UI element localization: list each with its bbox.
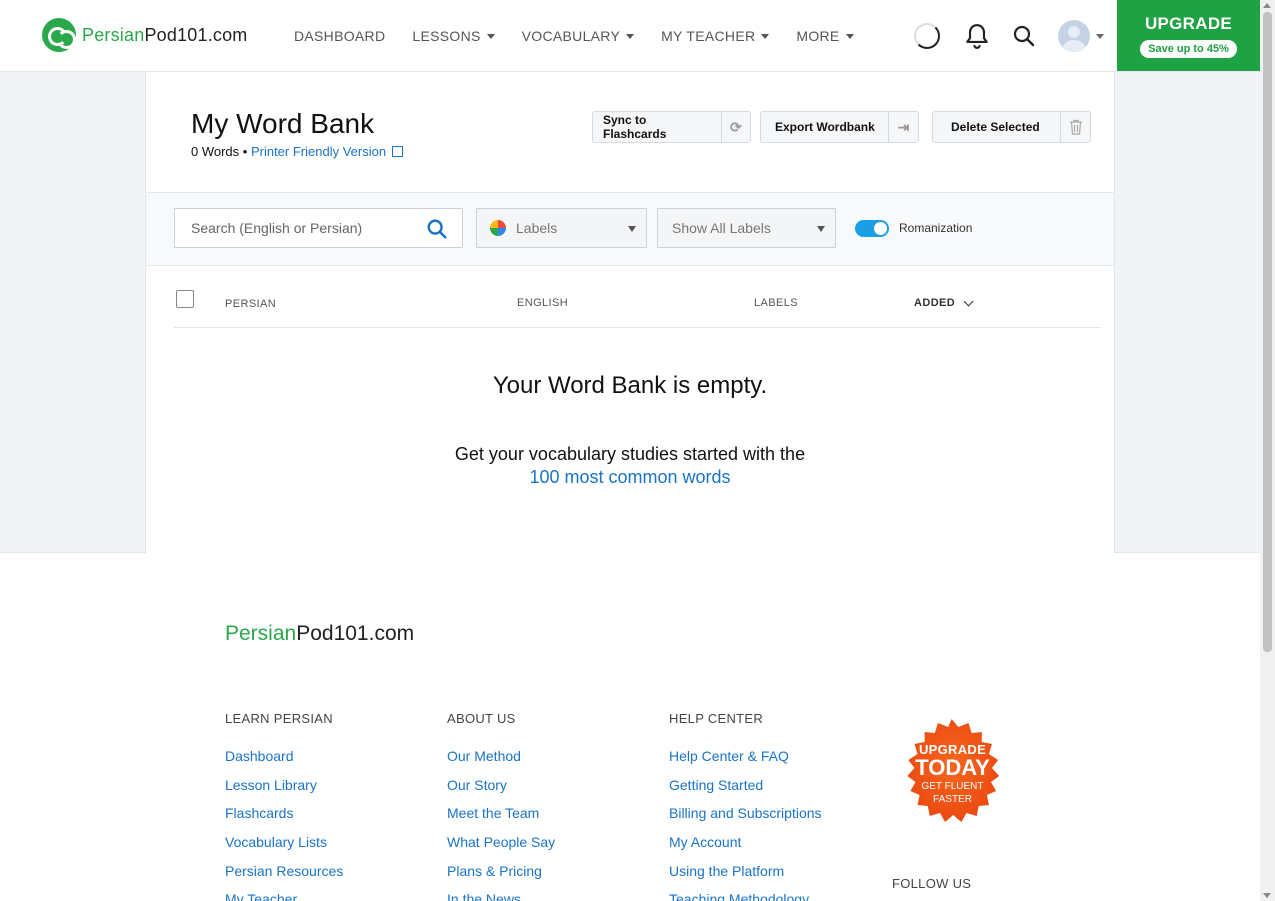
sync-flashcards-button[interactable]: Sync to Flashcards ⟳ <box>592 111 751 143</box>
empty-state-heading: Your Word Bank is empty. <box>492 372 768 399</box>
upgrade-button[interactable]: UPGRADE Save up to 45% <box>1117 0 1260 71</box>
footer-link[interactable]: Flashcards <box>225 805 343 834</box>
column-english[interactable]: ENGLISH <box>517 297 568 309</box>
footer-link[interactable]: Using the Platform <box>669 863 822 892</box>
delete-selected-button[interactable]: Delete Selected <box>932 111 1091 143</box>
search-icon[interactable] <box>1012 24 1036 48</box>
logo-text: PersianPod101.com <box>82 24 248 45</box>
footer-heading: ABOUT US <box>447 711 516 726</box>
scrollbar-thumb[interactable] <box>1263 12 1272 652</box>
upgrade-title: UPGRADE <box>1144 14 1233 33</box>
page-title: My Word Bank <box>191 108 375 139</box>
footer-heading: LEARN PERSIAN <box>225 711 333 726</box>
sort-chevron-down-icon <box>963 296 974 306</box>
footer-link[interactable]: Persian Resources <box>225 863 343 892</box>
site-logo[interactable]: PersianPod101.com <box>42 18 248 52</box>
badge-text: UPGRADE TODAY GET FLUENT FASTER <box>915 742 990 805</box>
column-added[interactable]: ADDED <box>914 296 974 309</box>
header-actions <box>914 20 1104 52</box>
scroll-up-arrow-icon[interactable] <box>1263 3 1271 8</box>
footer-logo[interactable]: PersianPod101.com <box>225 622 414 646</box>
sync-icon: ⟳ <box>720 112 750 142</box>
show-labels-select[interactable]: Show All Labels <box>657 208 836 248</box>
empty-state-text: Get your vocabulary studies started with… <box>454 444 806 487</box>
column-labels[interactable]: LABELS <box>754 297 798 309</box>
footer-column-help: HELP CENTER Help Center & FAQ Getting St… <box>669 711 822 901</box>
chevron-down-icon <box>761 33 770 39</box>
word-count-line: 0 Words • Printer Friendly Version <box>191 144 403 159</box>
footer-heading: HELP CENTER <box>669 711 764 726</box>
nav-my-teacher[interactable]: MY TEACHER <box>661 28 770 44</box>
footer-link[interactable]: Vocabulary Lists <box>225 834 343 863</box>
footer-link[interactable]: Help Center & FAQ <box>669 748 822 777</box>
chevron-down-icon <box>845 33 854 39</box>
chevron-down-icon[interactable] <box>1096 33 1104 39</box>
nav-vocabulary[interactable]: VOCABULARY <box>522 28 635 44</box>
footer-link[interactable]: Plans & Pricing <box>447 863 555 892</box>
chevron-down-icon <box>626 33 635 39</box>
filter-bar: Search (English or Persian) Labels Show … <box>146 192 1114 266</box>
search-input[interactable]: Search (English or Persian) <box>174 208 463 248</box>
printer-friendly-link[interactable]: Printer Friendly Version <box>251 144 403 159</box>
page-scrollbar[interactable] <box>1260 0 1275 901</box>
wordbank-card: My Word Bank 0 Words • Printer Friendly … <box>145 72 1115 553</box>
footer-column-learn: LEARN PERSIAN Dashboard Lesson Library F… <box>225 711 343 901</box>
separator: • <box>239 144 251 159</box>
nav-dashboard[interactable]: DASHBOARD <box>294 28 385 44</box>
search-placeholder: Search (English or Persian) <box>191 220 363 236</box>
labels-select[interactable]: Labels <box>476 208 647 248</box>
footer-link[interactable]: Getting Started <box>669 777 822 806</box>
footer-link[interactable]: Meet the Team <box>447 805 555 834</box>
table-header: PERSIAN ENGLISH LABELS ADDED <box>174 288 1101 328</box>
common-words-link[interactable]: 100 most common words <box>529 467 730 487</box>
upgrade-discount-badge: Save up to 45% <box>1140 40 1237 58</box>
footer-column-about: ABOUT US Our Method Our Story Meet the T… <box>447 711 555 901</box>
scroll-down-arrow-icon[interactable] <box>1263 893 1271 898</box>
footer-link[interactable]: Our Story <box>447 777 555 806</box>
bell-icon[interactable] <box>964 22 990 50</box>
footer-link[interactable]: What People Say <box>447 834 555 863</box>
trash-icon <box>1060 112 1090 142</box>
search-icon[interactable] <box>426 218 448 240</box>
romanization-label: Romanization <box>899 221 973 235</box>
footer-link[interactable]: My Teacher <box>225 891 343 901</box>
footer-link[interactable]: Lesson Library <box>225 777 343 806</box>
select-all-checkbox[interactable] <box>176 290 194 308</box>
footer-link[interactable]: Teaching Methodology <box>669 891 822 901</box>
logo-mark-icon <box>42 18 76 52</box>
labels-color-icon <box>490 220 506 236</box>
footer-link[interactable]: My Account <box>669 834 822 863</box>
user-avatar[interactable] <box>1058 20 1090 52</box>
dropdown-arrow-icon <box>628 226 636 232</box>
top-navbar: PersianPod101.com DASHBOARD LESSONS VOCA… <box>0 0 1260 72</box>
dropdown-arrow-icon <box>817 226 825 232</box>
nav-more[interactable]: MORE <box>796 28 854 44</box>
footer-link[interactable]: Billing and Subscriptions <box>669 805 822 834</box>
footer-link[interactable]: Dashboard <box>225 748 343 777</box>
external-link-icon <box>391 146 403 157</box>
footer-link[interactable]: In the News <box>447 891 555 901</box>
chevron-down-icon <box>486 33 495 39</box>
export-icon: ⇥ <box>888 112 918 142</box>
romanization-toggle[interactable] <box>855 220 889 237</box>
nav-lessons[interactable]: LESSONS <box>412 28 495 44</box>
loading-spinner-icon <box>914 23 940 49</box>
main-nav: DASHBOARD LESSONS VOCABULARY MY TEACHER … <box>294 28 881 44</box>
export-wordbank-button[interactable]: Export Wordbank ⇥ <box>760 111 919 143</box>
column-persian[interactable]: PERSIAN <box>225 298 276 310</box>
follow-us-heading: FOLLOW US <box>892 876 972 891</box>
footer-link[interactable]: Our Method <box>447 748 555 777</box>
word-count: 0 Words <box>191 144 240 159</box>
